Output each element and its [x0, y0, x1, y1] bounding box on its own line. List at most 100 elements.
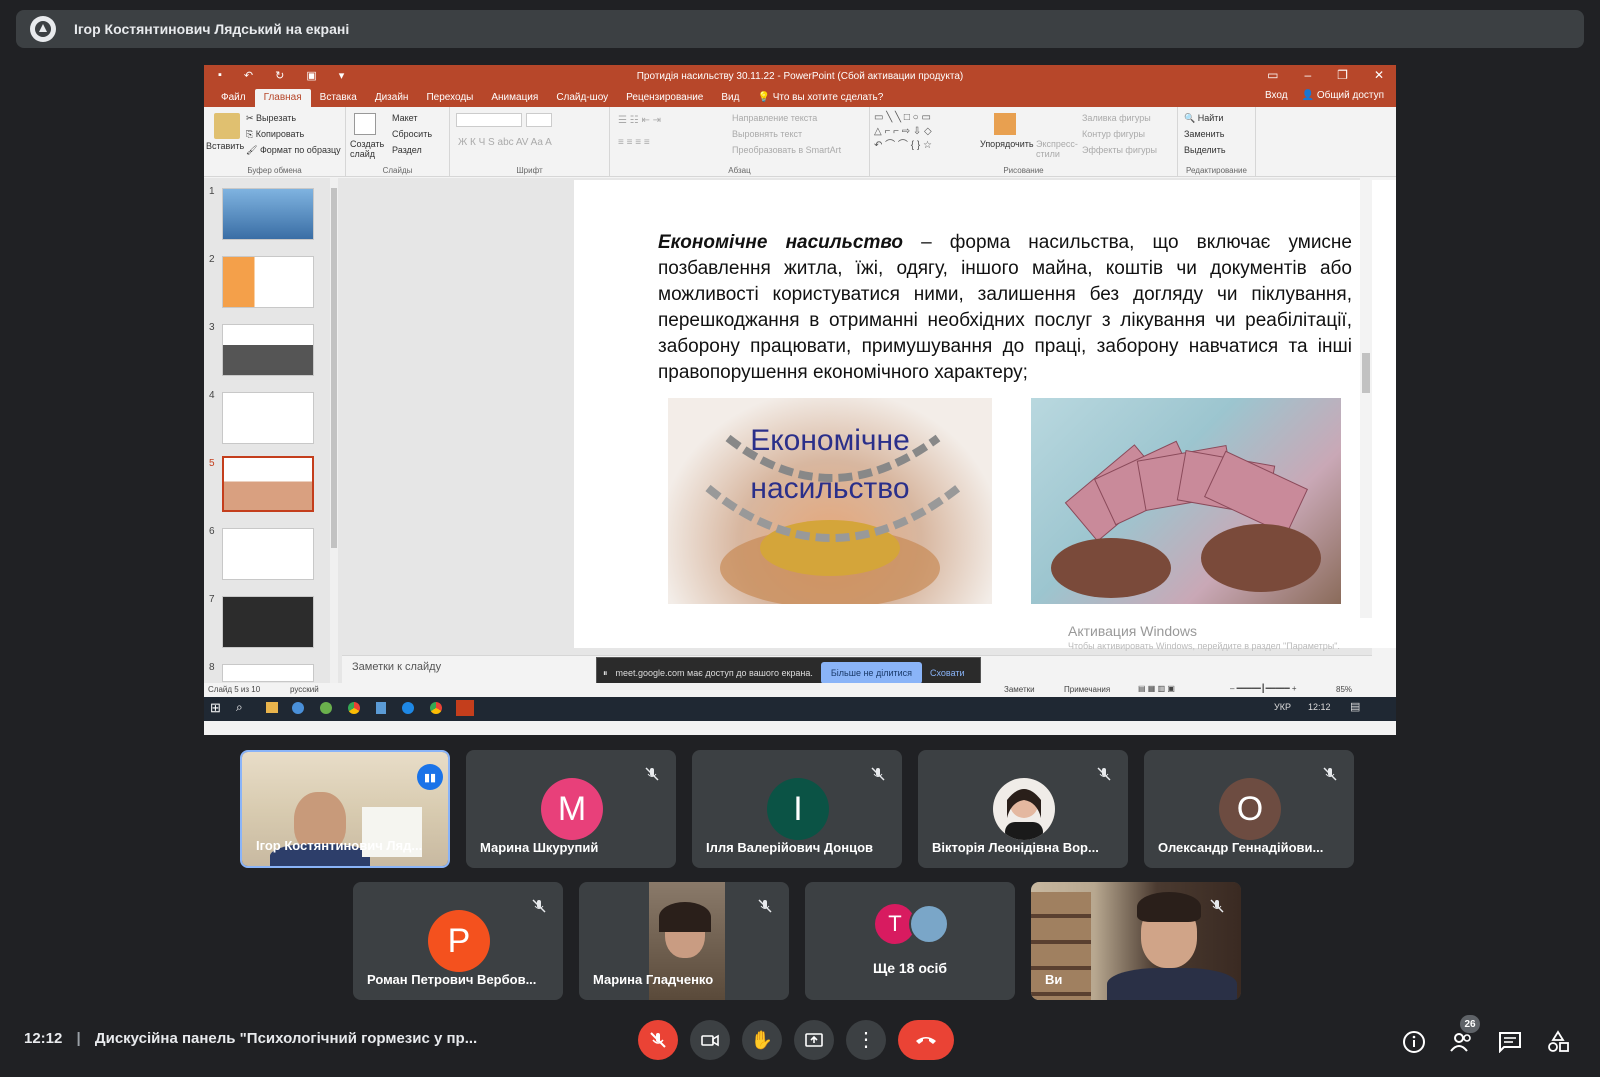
slide-thumb-6[interactable] — [222, 528, 314, 580]
slide-thumb-1[interactable] — [222, 188, 314, 240]
format-painter-button[interactable]: 🖌 Формат по образцу — [246, 145, 341, 156]
align-icons[interactable]: ≡ ≡ ≡ ≡ — [618, 137, 650, 148]
taskbar-language[interactable]: УКР — [1274, 702, 1291, 712]
calculator-icon[interactable] — [376, 702, 386, 714]
money-hands-image[interactable] — [1031, 398, 1341, 604]
app-icon[interactable] — [320, 702, 332, 714]
redo-icon[interactable]: ↻ — [275, 69, 284, 82]
sign-in-link[interactable]: Вход — [1265, 90, 1288, 101]
participant-tile[interactable]: Марина Гладченко — [579, 882, 789, 1000]
select-button[interactable]: Выделить — [1184, 145, 1226, 155]
arrange-button[interactable]: Упорядочить — [980, 139, 1034, 149]
copy-button[interactable]: ⎘ Копировать — [246, 129, 304, 140]
app-icon[interactable] — [292, 702, 304, 714]
taskbar-clock[interactable]: 12:12 — [1308, 702, 1331, 712]
tab-design[interactable]: Дизайн — [366, 89, 418, 107]
minimize-icon[interactable]: – — [1304, 68, 1311, 82]
quick-styles-button[interactable]: Экспресс-стили — [1036, 139, 1078, 159]
zoom-level[interactable]: 85% — [1336, 685, 1352, 694]
text-direction-button[interactable]: Направление текста — [732, 113, 817, 123]
tab-review[interactable]: Рецензирование — [617, 89, 712, 107]
raise-hand-button[interactable]: ✋ — [742, 1020, 782, 1060]
paste-icon[interactable] — [214, 113, 240, 139]
shape-outline-button[interactable]: Контур фигуры — [1082, 129, 1145, 139]
participant-tile[interactable]: O Олександр Геннадійови... — [1144, 750, 1354, 868]
font-format-icons[interactable]: Ж К Ч S abc AV Aa A — [458, 137, 552, 148]
slide-thumb-2[interactable] — [222, 256, 314, 308]
font-size-box[interactable] — [526, 113, 552, 127]
chrome-icon[interactable] — [348, 702, 360, 714]
file-explorer-icon[interactable] — [266, 702, 278, 713]
camera-toggle-button[interactable] — [690, 1020, 730, 1060]
participant-tile[interactable]: I Ілля Валерійович Донцов — [692, 750, 902, 868]
language-indicator[interactable]: русский — [290, 685, 319, 694]
tab-animations[interactable]: Анимация — [482, 89, 547, 107]
arrange-icon[interactable] — [994, 113, 1016, 135]
convert-smartart-button[interactable]: Преобразовать в SmartArt — [732, 145, 841, 155]
slide-thumb-4[interactable] — [222, 392, 314, 444]
comments-toggle[interactable]: Примечания — [1064, 685, 1110, 694]
more-participants-tile[interactable]: T Ще 18 осіб — [805, 882, 1015, 1000]
thumbnails-scrollbar[interactable] — [330, 178, 338, 683]
chains-coins-image[interactable]: Економічне насильство — [668, 398, 992, 604]
more-options-button[interactable]: ⋮ — [846, 1020, 886, 1060]
shapes-gallery[interactable]: ▭ ╲ ╲ □ ○ ▭ △ ⌐ ⌐ ⇨ ⇩ ◇ ↶ ⌒ ⌒ { } ☆ — [874, 111, 932, 153]
slideshow-icon[interactable]: ▣ — [306, 69, 316, 82]
powerpoint-taskbar-icon[interactable] — [456, 700, 474, 716]
hide-button[interactable]: Сховати — [930, 668, 965, 678]
undo-icon[interactable]: ↶ — [244, 69, 253, 82]
restore-icon[interactable]: ❐ — [1337, 68, 1348, 82]
tab-transitions[interactable]: Переходы — [417, 89, 482, 107]
chrome-icon[interactable] — [430, 702, 442, 714]
view-buttons[interactable]: ▤ ▦ ▥ ▣ — [1138, 684, 1175, 693]
slide-thumb-5[interactable] — [222, 456, 314, 512]
new-slide-icon[interactable] — [354, 113, 376, 135]
leave-call-button[interactable] — [898, 1020, 954, 1060]
tab-view[interactable]: Вид — [712, 89, 748, 107]
tell-me-search[interactable]: 💡 Что вы хотите сделать? — [748, 89, 892, 107]
slide-thumb-7[interactable] — [222, 596, 314, 648]
notification-icon[interactable]: ▤ — [1350, 700, 1360, 713]
layout-button[interactable]: Макет — [392, 113, 417, 123]
slide-body-text[interactable]: Економічне насильство – форма насильства… — [658, 230, 1352, 386]
meeting-details-button[interactable] — [1400, 1028, 1428, 1056]
participant-tile[interactable]: Вікторія Леонідівна Вор... — [918, 750, 1128, 868]
participant-tile[interactable]: M Марина Шкурупий — [466, 750, 676, 868]
chat-button[interactable] — [1496, 1028, 1524, 1056]
slide-scrollbar[interactable] — [1360, 178, 1372, 618]
cut-button[interactable]: ✂ Вырезать — [246, 113, 296, 124]
stop-sharing-button[interactable]: Більше не ділитися — [820, 662, 922, 684]
replace-button[interactable]: Заменить — [1184, 129, 1224, 139]
slide-thumb-3[interactable] — [222, 324, 314, 376]
mic-toggle-button[interactable] — [638, 1020, 678, 1060]
ribbon-display-icon[interactable]: ▭ — [1267, 68, 1278, 82]
present-button[interactable] — [794, 1020, 834, 1060]
tab-file[interactable]: Файл — [212, 89, 255, 107]
activities-button[interactable] — [1544, 1028, 1572, 1056]
edge-icon[interactable] — [402, 702, 414, 714]
tab-home[interactable]: Главная — [254, 89, 311, 107]
zoom-slider[interactable]: – ━━━━━┃━━━━━ + — [1230, 684, 1297, 693]
notes-toggle[interactable]: Заметки — [1004, 685, 1035, 694]
new-slide-button[interactable]: Создать слайд — [350, 139, 386, 159]
customize-icon[interactable]: ▾ — [339, 69, 345, 82]
save-icon[interactable]: ▪ — [218, 69, 222, 82]
current-slide[interactable]: Економічне насильство – форма насильства… — [574, 180, 1396, 648]
section-button[interactable]: Раздел — [392, 145, 422, 155]
tab-insert[interactable]: Вставка — [311, 89, 366, 107]
find-button[interactable]: 🔍 Найти — [1184, 113, 1223, 124]
align-text-button[interactable]: Выровнять текст — [732, 129, 802, 139]
windows-start-icon[interactable]: ⊞ — [210, 700, 221, 716]
paste-button[interactable]: Вставить — [206, 141, 244, 151]
share-button[interactable]: 👤 Общий доступ — [1302, 90, 1384, 101]
close-icon[interactable]: ✕ — [1374, 68, 1384, 82]
participant-tile[interactable]: P Роман Петрович Вербов... — [353, 882, 563, 1000]
list-icons[interactable]: ☰ ☷ ⇤ ⇥ — [618, 115, 661, 126]
search-icon[interactable]: ⌕ — [236, 700, 243, 715]
participant-tile[interactable]: ▮▮ Ігор Костянтинович Ляд... — [240, 750, 450, 868]
slide-thumb-8[interactable] — [222, 664, 314, 682]
tab-slideshow[interactable]: Слайд-шоу — [547, 89, 617, 107]
reset-button[interactable]: Сбросить — [392, 129, 432, 139]
font-name-box[interactable] — [456, 113, 522, 127]
shape-fill-button[interactable]: Заливка фигуры — [1082, 113, 1151, 123]
